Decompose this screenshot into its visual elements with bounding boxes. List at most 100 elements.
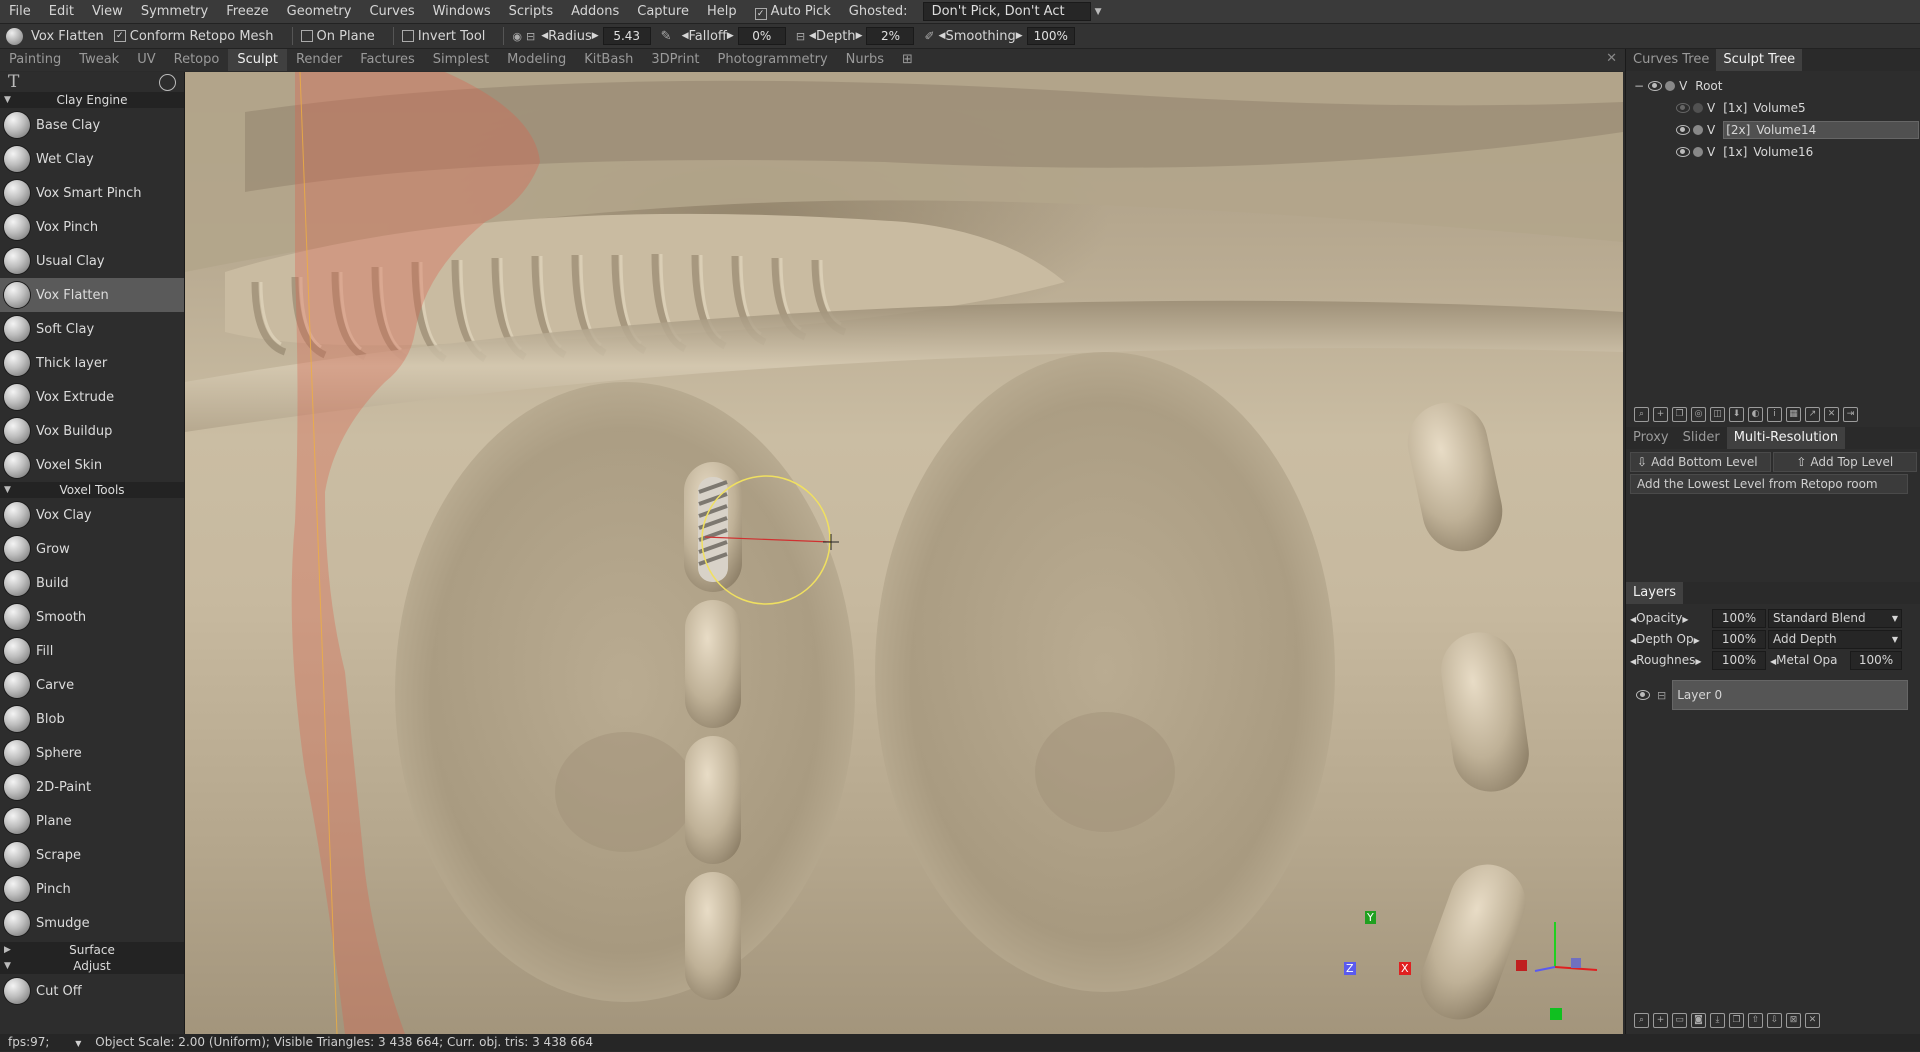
depth-op-value[interactable]: 100% <box>1712 629 1766 649</box>
info-icon[interactable]: i <box>1767 406 1782 422</box>
blend-mode-select[interactable]: Standard Blend ▼ <box>1768 608 1902 628</box>
menu-file[interactable]: File <box>0 4 40 19</box>
roughness-slider-label[interactable]: ◀Roughnes▶ <box>1630 653 1712 667</box>
axis-gizmo[interactable] <box>1516 922 1598 1020</box>
tab-kitbash[interactable]: KitBash <box>575 49 642 71</box>
section-clay-engine[interactable]: ▼ Clay Engine <box>0 92 184 108</box>
pen-pressure-icon[interactable]: ✎ <box>661 29 672 44</box>
search-icon[interactable]: ⌕ <box>1634 1012 1649 1028</box>
tab-tweak[interactable]: Tweak <box>70 49 128 71</box>
move-up-icon[interactable]: ⇧ <box>1748 1012 1763 1028</box>
eye-icon[interactable] <box>1676 125 1690 135</box>
gizmo-red-square[interactable] <box>1516 960 1527 971</box>
tree-item-volume16[interactable]: V [1x] Volume16 <box>1626 141 1920 163</box>
smoothing-slider[interactable]: ✐ ◀ Smoothing ▶ 100% <box>924 27 1075 45</box>
tab-factures[interactable]: Factures <box>351 49 424 71</box>
menu-curves[interactable]: Curves <box>360 4 423 19</box>
eye-icon[interactable] <box>1648 81 1663 91</box>
menu-windows[interactable]: Windows <box>424 4 500 19</box>
tab-multi-resolution[interactable]: Multi-Resolution <box>1726 427 1846 449</box>
merge-down-icon[interactable]: ⤓ <box>1710 1012 1725 1028</box>
section-adjust[interactable]: ▼ Adjust <box>0 958 184 974</box>
current-tool-icon[interactable] <box>6 27 23 45</box>
metal-slider-label[interactable]: ◀Metal Opa <box>1770 653 1850 667</box>
metal-value[interactable]: 100% <box>1850 650 1902 670</box>
add-layer-icon[interactable]: + <box>1653 1012 1668 1028</box>
tool-smooth[interactable]: Smooth <box>0 600 184 634</box>
tab-simplest[interactable]: Simplest <box>424 49 498 71</box>
move-down-icon[interactable]: ⇩ <box>1767 1012 1782 1028</box>
tab-layers[interactable]: Layers <box>1626 582 1684 604</box>
add-room-icon[interactable]: ⊞ <box>893 49 922 71</box>
mask-icon[interactable]: ⊠ <box>1786 1012 1801 1028</box>
eye-icon[interactable] <box>1636 690 1650 700</box>
conform-retopo-toggle[interactable]: ✓ Conform Retopo Mesh <box>113 29 274 44</box>
depth-mode-select[interactable]: Add Depth ▼ <box>1768 629 1902 649</box>
duplicate-icon[interactable]: ❐ <box>1729 1012 1744 1028</box>
tool-thick-layer[interactable]: Thick layer <box>0 346 184 380</box>
folder-icon[interactable]: ▭ <box>1672 1012 1687 1028</box>
add-bottom-level-button[interactable]: ⇩ Add Bottom Level <box>1630 452 1771 472</box>
tool-smudge[interactable]: Smudge <box>0 906 184 940</box>
radius-slider[interactable]: ◉ ⊟ ◀ Radius ▶ 5.43 <box>512 27 651 45</box>
tab-photogrammetry[interactable]: Photogrammetry <box>709 49 837 71</box>
delete-icon[interactable]: ✕ <box>1824 406 1839 422</box>
tree-item-volume14[interactable]: V [2x] Volume14 <box>1626 119 1920 141</box>
layer-item[interactable]: ⊟ Layer 0 <box>1630 680 1917 710</box>
smoothing-value[interactable]: 100% <box>1026 27 1075 45</box>
menu-geometry[interactable]: Geometry <box>278 4 361 19</box>
shader-dot-icon[interactable] <box>1693 125 1703 135</box>
tool-vox-pinch[interactable]: Vox Pinch <box>0 210 184 244</box>
import-icon[interactable]: ⇥ <box>1843 406 1858 422</box>
menu-symmetry[interactable]: Symmetry <box>132 4 217 19</box>
roughness-value[interactable]: 100% <box>1712 650 1766 670</box>
tool-pinch[interactable]: Pinch <box>0 872 184 906</box>
add-volume-icon[interactable]: + <box>1653 406 1668 422</box>
falloff-value[interactable]: 0% <box>737 27 786 45</box>
tool-vox-smart-pinch[interactable]: Vox Smart Pinch <box>0 176 184 210</box>
tab-modeling[interactable]: Modeling <box>498 49 575 71</box>
on-plane-toggle[interactable]: On Plane <box>300 29 375 44</box>
split-icon[interactable]: ◐ <box>1748 406 1763 422</box>
tool-usual-clay[interactable]: Usual Clay <box>0 244 184 278</box>
add-lowest-level-button[interactable]: Add the Lowest Level from Retopo room <box>1630 474 1908 494</box>
3d-viewport[interactable]: Y Z X <box>185 72 1623 1034</box>
opacity-slider-label[interactable]: ◀Opacity▶ <box>1630 611 1712 625</box>
tab-uv[interactable]: UV <box>128 49 164 71</box>
tab-slider[interactable]: Slider <box>1676 427 1727 449</box>
grid-icon[interactable]: ▦ <box>1786 406 1801 422</box>
tool-carve[interactable]: Carve <box>0 668 184 702</box>
menu-capture[interactable]: Capture <box>628 4 698 19</box>
delete-icon[interactable]: ✕ <box>1805 1012 1820 1028</box>
camera-icon[interactable]: ◙ <box>1691 1012 1706 1028</box>
menu-view[interactable]: View <box>83 4 132 19</box>
menu-addons[interactable]: Addons <box>562 4 628 19</box>
invert-tool-toggle[interactable]: Invert Tool <box>401 29 485 44</box>
menu-edit[interactable]: Edit <box>40 4 83 19</box>
tree-root[interactable]: − V Root <box>1626 75 1920 97</box>
tool-fill[interactable]: Fill <box>0 634 184 668</box>
tool-build[interactable]: Build <box>0 566 184 600</box>
instance-icon[interactable]: ◎ <box>1691 406 1706 422</box>
opacity-value[interactable]: 100% <box>1712 608 1766 628</box>
close-icon[interactable]: ✕ <box>1606 51 1617 66</box>
tool-voxel-skin[interactable]: Voxel Skin <box>0 448 184 482</box>
menu-freeze[interactable]: Freeze <box>217 4 277 19</box>
depth-op-slider-label[interactable]: ◀Depth Op▶ <box>1630 632 1712 646</box>
tool-plane[interactable]: Plane <box>0 804 184 838</box>
tool-cut-off[interactable]: Cut Off <box>0 974 184 1008</box>
section-surface[interactable]: ▶ Surface <box>0 942 184 958</box>
tab-curves-tree[interactable]: Curves Tree <box>1626 49 1716 71</box>
tool-vox-flatten[interactable]: Vox Flatten <box>0 278 184 312</box>
tab-painting[interactable]: Painting <box>0 49 70 71</box>
tree-item-volume5[interactable]: V [1x] Volume5 <box>1626 97 1920 119</box>
chevron-down-icon[interactable]: ▼ <box>75 1039 81 1048</box>
tool-2d-paint[interactable]: 2D-Paint <box>0 770 184 804</box>
tool-grow[interactable]: Grow <box>0 532 184 566</box>
ghosted-select[interactable]: Don't Pick, Don't Act <box>922 2 1091 21</box>
tab-3dprint[interactable]: 3DPrint <box>642 49 708 71</box>
tab-sculpt-tree[interactable]: Sculpt Tree <box>1716 49 1803 71</box>
tool-sphere[interactable]: Sphere <box>0 736 184 770</box>
falloff-slider[interactable]: ◀ Falloff ▶ 0% <box>682 27 786 45</box>
depth-slider[interactable]: ⊟ ◀ Depth ▶ 2% <box>796 27 915 45</box>
